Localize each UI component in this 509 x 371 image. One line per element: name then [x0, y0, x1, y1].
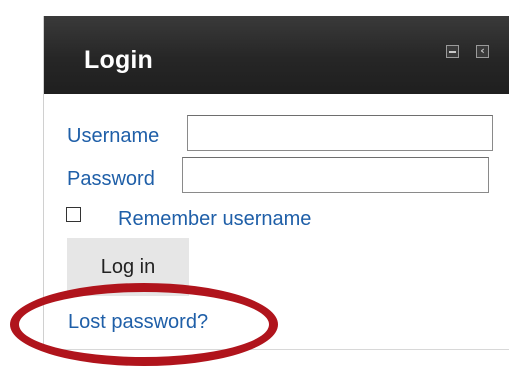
remember-username-checkbox[interactable] — [66, 207, 81, 222]
block-header: Login ‹ — [44, 16, 509, 94]
lost-password-link[interactable]: Lost password? — [68, 311, 208, 334]
login-button[interactable]: Log in — [67, 238, 189, 296]
username-field[interactable] — [187, 115, 493, 151]
password-label: Password — [67, 168, 155, 190]
username-label: Username — [67, 125, 160, 147]
login-block: Login ‹ Username Password Remember usern… — [43, 16, 509, 350]
block-title: Login — [84, 46, 154, 74]
password-field[interactable] — [182, 157, 489, 193]
remember-username-label[interactable]: Remember username — [118, 208, 311, 231]
dock-left-icon[interactable]: ‹ — [476, 44, 489, 58]
minimize-icon[interactable] — [446, 45, 459, 58]
